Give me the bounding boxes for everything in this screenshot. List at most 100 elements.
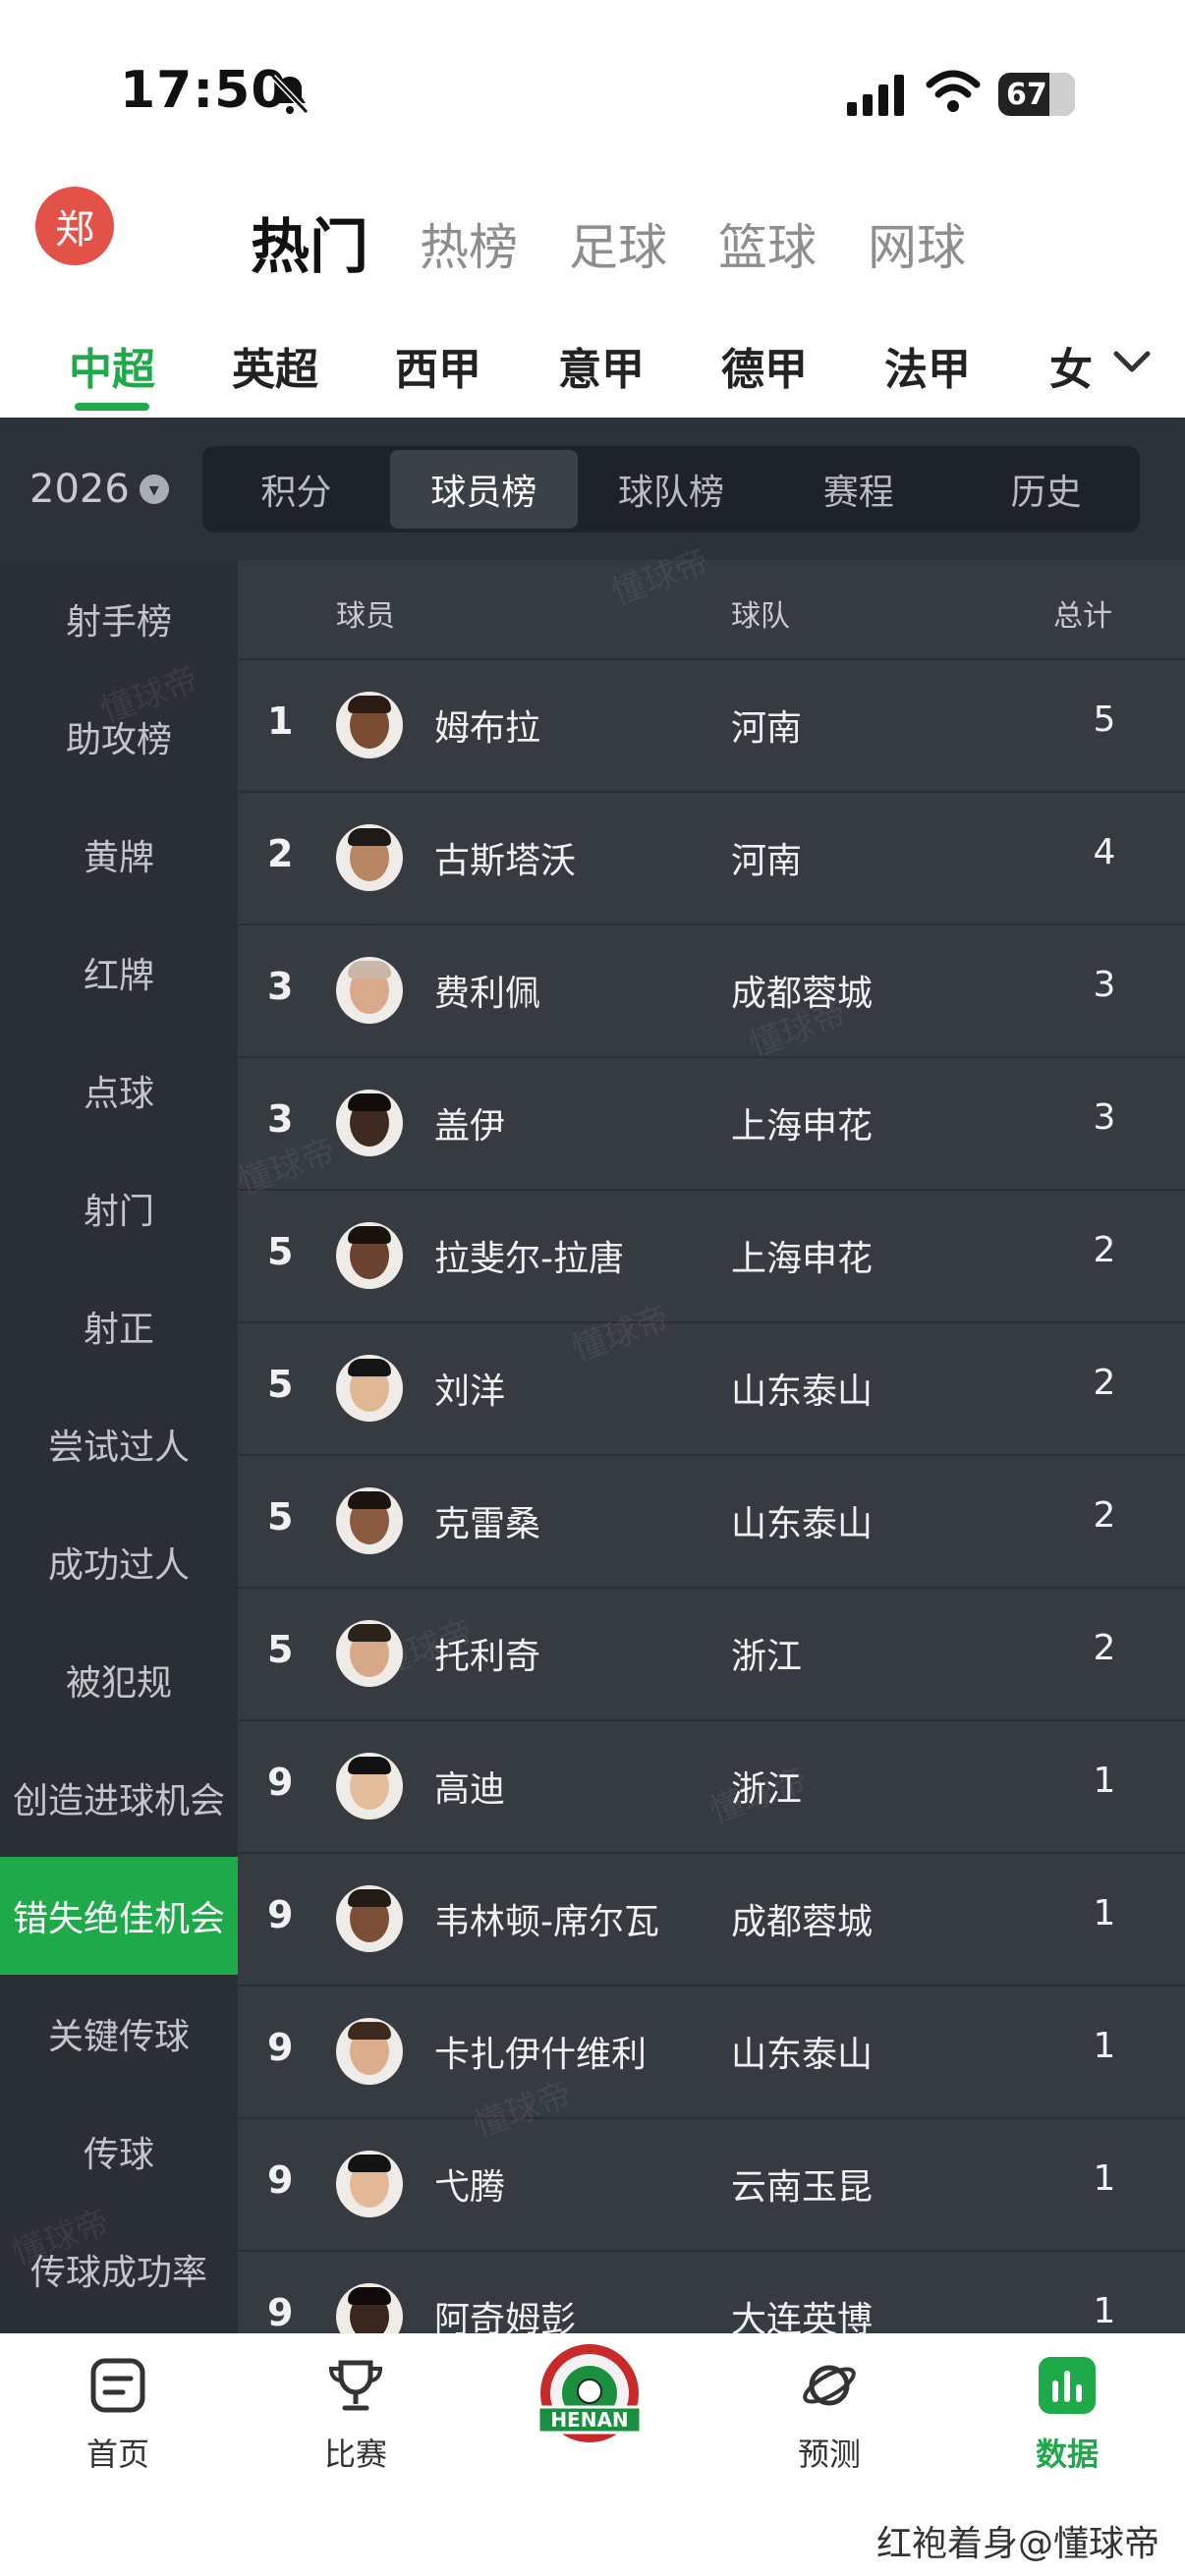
segment-tabs: 积分 球员榜 球队榜 赛程 历史	[202, 446, 1140, 532]
row-rank: 5	[267, 1230, 294, 1273]
table-row[interactable]: 5 克雷桑 山东泰山 2	[238, 1454, 1185, 1587]
sidebar-item-red[interactable]: 红牌	[0, 914, 238, 1032]
table-row[interactable]: 3 费利佩 成都蓉城 3	[238, 924, 1185, 1056]
tab-hot-list[interactable]: 热榜	[420, 208, 518, 287]
nav-predict[interactable]: 预测	[751, 2347, 908, 2475]
table-row[interactable]: 5 刘洋 山东泰山 2	[238, 1321, 1185, 1454]
sidebar-item-chances-created[interactable]: 创造进球机会	[0, 1739, 238, 1857]
seg-history[interactable]: 历史	[952, 446, 1140, 532]
row-player-name: 卡扎伊什维利	[434, 2035, 648, 2075]
league-tab-bundesliga[interactable]: 德甲	[721, 334, 808, 397]
row-player-name: 古斯塔沃	[434, 841, 577, 881]
sidebar-item-passes[interactable]: 传球	[0, 2093, 238, 2211]
seg-schedule[interactable]: 赛程	[764, 446, 952, 532]
active-tab-indicator	[75, 403, 149, 411]
trophy-icon	[328, 2360, 383, 2411]
chevron-down-icon: ▾	[139, 475, 169, 504]
sidebar-item-fouled[interactable]: 被犯规	[0, 1621, 238, 1739]
row-team: 河南	[731, 841, 803, 881]
row-rank: 5	[267, 1363, 294, 1406]
sidebar-item-penalty[interactable]: 点球	[0, 1032, 238, 1149]
row-total: 1	[1093, 2291, 1116, 2331]
row-team: 成都蓉城	[731, 1902, 874, 1942]
row-total: 2	[1093, 1495, 1116, 1536]
table-row[interactable]: 9 卡扎伊什维利 山东泰山 1	[238, 1985, 1185, 2117]
row-total: 1	[1093, 2026, 1116, 2066]
footer-note: 红袍着身@懂球帝	[875, 2524, 1159, 2564]
player-avatar	[336, 1487, 403, 1554]
user-avatar[interactable]: 郑	[35, 187, 114, 265]
wifi-icon	[926, 70, 981, 112]
row-total: 1	[1093, 1893, 1116, 1933]
league-tab-ligue1[interactable]: 法甲	[884, 334, 971, 397]
row-team: 浙江	[731, 1637, 803, 1677]
bell-muted-icon	[270, 74, 310, 115]
row-player-name: 姆布拉	[434, 708, 541, 749]
nav-matches-label: 比赛	[323, 2436, 387, 2473]
row-total: 3	[1093, 1097, 1116, 1138]
player-avatar	[336, 1885, 403, 1952]
tab-hot[interactable]: 热门	[251, 208, 368, 287]
table-row[interactable]: 9 韦林顿-席尔瓦 成都蓉城 1	[238, 1852, 1185, 1985]
table-row[interactable]: 1 姆布拉 河南 5	[238, 658, 1185, 791]
league-tab-epl[interactable]: 英超	[232, 334, 318, 397]
nav-data-label: 数据	[1035, 2436, 1099, 2473]
status-time: 17:50	[120, 61, 288, 120]
nav-home-label: 首页	[85, 2436, 149, 2473]
table-row[interactable]: 2 古斯塔沃 河南 4	[238, 791, 1185, 924]
league-tabs: 中超 英超 西甲 意甲 德甲 法甲 女	[0, 324, 1185, 413]
tab-football[interactable]: 足球	[569, 208, 667, 287]
stat-sidebar: 射手榜 助攻榜 黄牌 红牌 点球 射门 射正 尝试过人 成功过人 被犯规 创造进…	[0, 560, 238, 2333]
league-tab-women[interactable]: 女	[1049, 334, 1093, 397]
row-team: 云南玉昆	[731, 2167, 874, 2208]
row-rank: 3	[267, 965, 294, 1008]
col-player: 球员	[336, 599, 395, 634]
row-player-name: 拉斐尔-拉唐	[434, 1239, 624, 1279]
nav-matches[interactable]: 比赛	[277, 2347, 434, 2475]
row-rank: 5	[267, 1495, 294, 1539]
league-tab-seriea[interactable]: 意甲	[558, 334, 645, 397]
league-tab-laliga[interactable]: 西甲	[395, 334, 481, 397]
sidebar-item-scorers[interactable]: 射手榜	[0, 560, 238, 678]
row-team: 山东泰山	[731, 1372, 874, 1412]
sidebar-item-yellow[interactable]: 黄牌	[0, 796, 238, 914]
sidebar-item-shots-on-target[interactable]: 射正	[0, 1267, 238, 1385]
season-selector[interactable]: 2026 ▾	[29, 467, 169, 512]
row-rank: 9	[267, 2026, 294, 2069]
player-avatar	[336, 2151, 403, 2217]
nav-data[interactable]: 数据	[988, 2347, 1146, 2475]
tab-tennis[interactable]: 网球	[868, 208, 966, 287]
battery-indicator: 67	[998, 73, 1075, 116]
sidebar-item-dribbles-success[interactable]: 成功过人	[0, 1503, 238, 1621]
row-total: 5	[1093, 700, 1116, 740]
sidebar-item-key-passes[interactable]: 关键传球	[0, 1975, 238, 2093]
row-team: 上海申花	[731, 1239, 874, 1279]
bar-chart-icon	[1039, 2357, 1096, 2414]
sidebar-item-dribbles-attempted[interactable]: 尝试过人	[0, 1385, 238, 1503]
player-avatar	[336, 957, 403, 1024]
table-row[interactable]: 9 弋腾 云南玉昆 1	[238, 2117, 1185, 2250]
row-rank: 1	[267, 700, 294, 743]
tab-basketball[interactable]: 篮球	[718, 208, 817, 287]
row-total: 2	[1093, 1363, 1116, 1403]
player-avatar	[336, 2018, 403, 2085]
nav-home[interactable]: 首页	[39, 2347, 197, 2475]
sidebar-item-shots[interactable]: 射门	[0, 1149, 238, 1267]
row-player-name: 刘洋	[434, 1372, 506, 1412]
henan-club-badge[interactable]: HENAN	[531, 2338, 649, 2456]
player-avatar	[336, 1753, 403, 1820]
table-row[interactable]: 5 拉斐尔-拉唐 上海申花 2	[238, 1189, 1185, 1321]
row-total: 2	[1093, 1628, 1116, 1668]
seg-standings[interactable]: 积分	[202, 446, 390, 532]
chevron-down-icon[interactable]	[1110, 344, 1154, 379]
row-team: 山东泰山	[731, 2035, 874, 2075]
league-tab-csl[interactable]: 中超	[69, 334, 155, 397]
row-player-name: 高迪	[434, 1769, 506, 1810]
seg-player-rank[interactable]: 球员榜	[389, 450, 578, 529]
table-row[interactable]: 3 盖伊 上海申花 3	[238, 1056, 1185, 1189]
seg-team-rank[interactable]: 球队榜	[578, 446, 765, 532]
planet-icon	[803, 2365, 856, 2406]
row-player-name: 韦林顿-席尔瓦	[434, 1902, 659, 1942]
battery-level: 67	[1006, 77, 1047, 112]
sidebar-item-big-chances-missed[interactable]: 错失绝佳机会	[0, 1857, 238, 1975]
